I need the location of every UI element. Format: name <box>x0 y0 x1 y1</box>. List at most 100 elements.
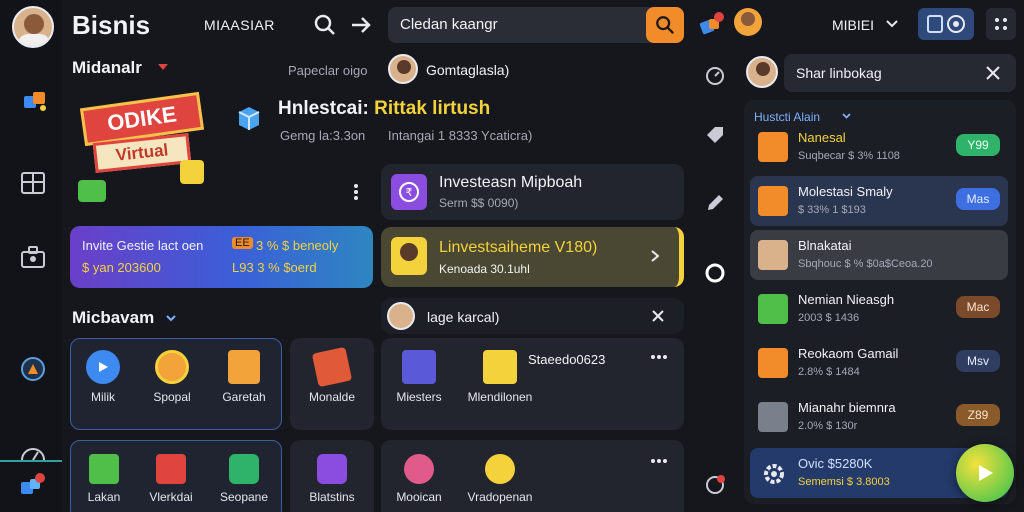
item-pill[interactable]: Z89 <box>956 404 1000 426</box>
highlight-card[interactable]: Linvestsaiheme V180) Kenoada 30.1uhl <box>381 227 684 287</box>
tile-label: Lakan <box>87 490 121 504</box>
promo-left-line1: Invite Gestie lact oen <box>82 238 204 253</box>
grid-icon[interactable] <box>18 168 48 198</box>
tile-vradopenan[interactable]: Vradopenan <box>462 454 538 504</box>
tile-label: Spopal <box>153 390 191 404</box>
tile-monalde[interactable]: Monalde <box>298 346 366 404</box>
right-search-bar[interactable]: Shar linbokag <box>784 54 1016 92</box>
close-icon[interactable] <box>649 307 667 325</box>
invest-title: Investeasn Mipboah <box>439 174 583 191</box>
tile-blatstins[interactable]: Blatstins <box>298 454 366 504</box>
item-subtitle: Sememsi $ 3.8003 <box>798 476 890 488</box>
item-pill[interactable]: Y99 <box>956 134 1000 156</box>
tile-vlerkdai[interactable]: Vlerkdai <box>142 454 200 504</box>
tile-spopal[interactable]: Spopal <box>144 350 200 404</box>
list-item[interactable]: Mianahr biemnra 2.0% $ 130r Z89 <box>750 392 1008 442</box>
tile-label: Garetah <box>222 390 266 404</box>
menu-grid-icon[interactable] <box>986 8 1016 40</box>
puzzle-icon[interactable] <box>18 86 52 118</box>
list-item[interactable]: Molestasi Smaly $ 33% 1 $193 Mas <box>750 176 1008 226</box>
user-avatar[interactable] <box>388 54 418 84</box>
item-subtitle: Suqbecar $ 3% 1108 <box>798 150 900 162</box>
item-pill[interactable]: Mac <box>956 296 1000 318</box>
item-avatar <box>758 132 788 162</box>
play-icon <box>86 350 120 384</box>
chevron-right-icon[interactable] <box>647 247 663 265</box>
small-avatar <box>387 302 415 330</box>
brand-title: Bisnis <box>72 10 151 40</box>
list-item[interactable]: Nemian Nieasgh 2003 $ 1436 Mac <box>750 284 1008 334</box>
item-pill[interactable]: Mas <box>956 188 1000 210</box>
tile-milik[interactable]: Milik <box>80 350 126 404</box>
notification-icon[interactable] <box>698 10 726 38</box>
sun-icon <box>485 454 515 484</box>
item-title: Blnakatai <box>798 238 852 253</box>
profile-avatar-small[interactable] <box>734 8 762 36</box>
fab-play-button[interactable] <box>956 444 1014 502</box>
invest-subtitle: Serm $$ 0090) <box>439 196 519 210</box>
list-item[interactable]: Reokaom Gamail 2.8% $ 1484 Msv <box>750 338 1008 388</box>
item-title: Mianahr biemnra <box>798 400 896 415</box>
invest-card[interactable]: ₹ Investeasn Mipboah Serm $$ 0090) <box>381 164 684 220</box>
arrow-right-icon[interactable] <box>348 12 374 38</box>
hero-badge-line1: ODIKE <box>105 101 179 136</box>
pen-icon[interactable] <box>702 190 728 216</box>
search-icon[interactable] <box>312 12 338 38</box>
item-title: Reokaom Gamail <box>798 346 899 361</box>
item-pill[interactable]: Msv <box>956 350 1000 372</box>
item-title: Molestasi Smaly <box>798 184 893 199</box>
promo-banner[interactable]: Invite Gestie lact oen $ yan 203600 EE 3… <box>70 226 373 288</box>
caret-down-icon[interactable] <box>158 64 168 70</box>
chevron-down-icon[interactable] <box>884 16 900 32</box>
tile-mlendilonen[interactable]: Mlendilonen <box>464 350 536 404</box>
item-subtitle: 2.0% $ 130r <box>798 420 858 432</box>
nav-label[interactable]: MIAASIAR <box>204 17 275 33</box>
chevron-down-icon[interactable] <box>840 110 852 122</box>
tile-label: Miesters <box>396 390 442 404</box>
avatar[interactable] <box>12 6 54 48</box>
item-avatar <box>758 402 788 432</box>
user-name: Gomtaglasla) <box>426 62 510 78</box>
hero-title: Hnlestcai: Rittak lirtush <box>278 98 491 119</box>
item-title: Ovic $5280K <box>798 456 873 471</box>
item-subtitle: $ 33% 1 $193 <box>798 204 866 216</box>
search-bar[interactable]: Cledan kaangr <box>388 7 684 43</box>
tile-mooican[interactable]: Mooican <box>390 454 448 504</box>
search-submit-button[interactable] <box>646 7 684 43</box>
item-subtitle: Sbqhouc $ % $0a$Ceoa.20 <box>798 258 933 270</box>
more-vertical-icon[interactable] <box>348 180 364 204</box>
hero-subtitle: Gemg la:3.3on <box>280 128 366 143</box>
tag-icon[interactable] <box>702 122 728 148</box>
gift-icon <box>180 160 204 184</box>
gear-icon <box>760 460 788 488</box>
tile-lakan[interactable]: Lakan <box>82 454 126 504</box>
highlight-title: Linvestsaiheme V180) <box>439 239 598 256</box>
tile-garetah[interactable]: Garetah <box>214 350 274 404</box>
chevron-down-icon[interactable] <box>164 311 178 325</box>
item-avatar <box>758 348 788 378</box>
tile-seopane[interactable]: Seopane <box>214 454 274 504</box>
lightning-icon <box>483 350 517 384</box>
more-horizontal-icon[interactable] <box>648 350 670 364</box>
robot-icon <box>317 454 347 484</box>
right-panel: Hustcti Alain Nanesal Suqbecar $ 3% 1108… <box>744 100 1016 504</box>
more-horizontal-icon[interactable] <box>648 454 670 468</box>
compass-icon[interactable] <box>18 354 48 384</box>
section2-right-header: lage karcal) <box>381 298 684 334</box>
refresh-icon[interactable] <box>702 260 728 286</box>
search-input[interactable]: Cledan kaangr <box>400 16 498 33</box>
briefcase-icon[interactable] <box>18 242 48 272</box>
tile-miesters[interactable]: Miesters <box>390 350 448 404</box>
promo-tag: EE <box>232 237 253 249</box>
timer-icon[interactable] <box>702 62 728 88</box>
user-subtitle: Intangai 1 8333 Ycaticra) <box>388 128 533 143</box>
settings-toggle-button[interactable] <box>918 8 974 40</box>
user-label[interactable]: MIBIEI <box>832 17 874 33</box>
list-item[interactable]: Nanesal Suqbecar $ 3% 1108 Y99 <box>750 122 1008 172</box>
close-icon[interactable] <box>984 64 1002 82</box>
list-item[interactable]: Blnakatai Sbqhouc $ % $0a$Ceoa.20 <box>750 230 1008 280</box>
right-panel-avatar[interactable] <box>746 56 778 88</box>
refresh-alt-icon[interactable] <box>702 472 728 498</box>
right-search-input[interactable]: Shar linbokag <box>796 65 882 81</box>
apps-icon[interactable] <box>16 472 48 500</box>
